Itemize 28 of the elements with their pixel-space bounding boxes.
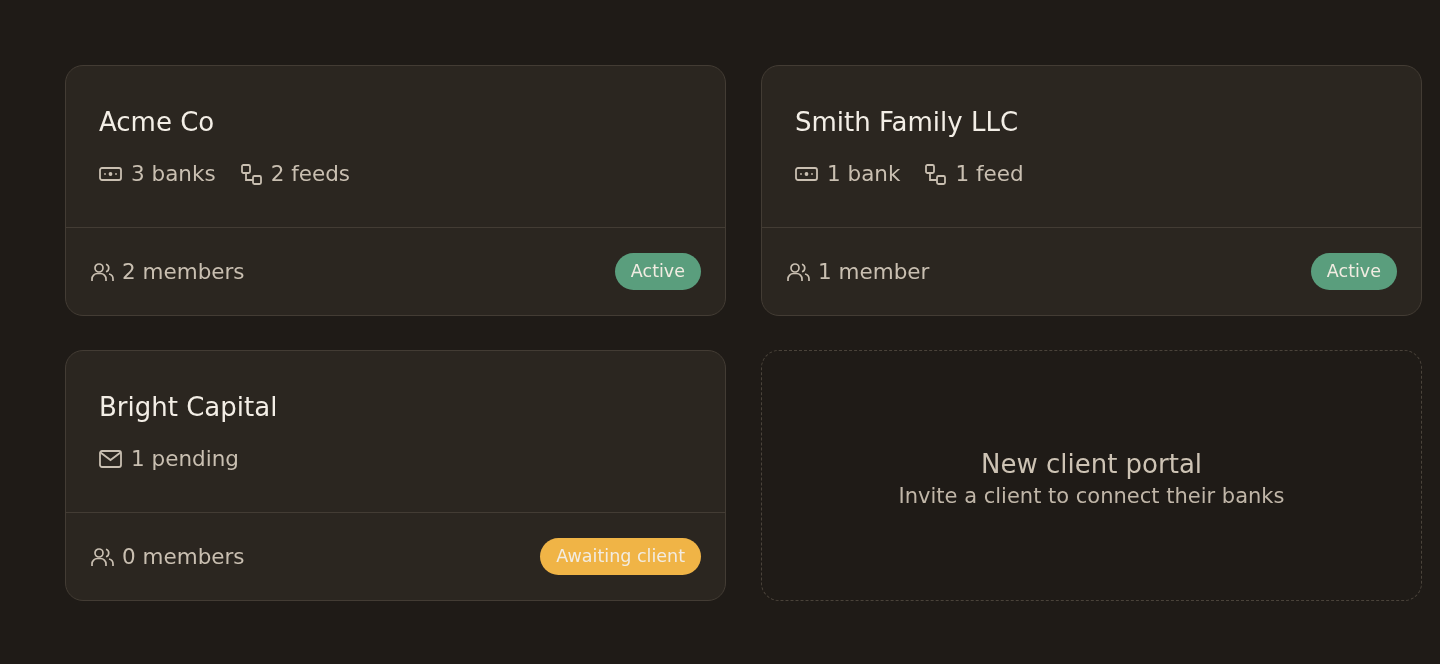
member-count: 0 members xyxy=(122,543,245,570)
bank-count: 3 banks xyxy=(131,161,216,187)
status-badge: Active xyxy=(1310,253,1397,290)
client-name: Bright Capital xyxy=(99,391,279,423)
linked-squares-icon xyxy=(240,163,262,185)
status-badge: Awaiting client xyxy=(540,538,701,575)
users-icon xyxy=(787,261,810,282)
new-portal-title: New client portal xyxy=(980,447,1203,480)
linked-squares-icon xyxy=(925,163,947,185)
status-badge: Active xyxy=(614,253,701,290)
member-count: 2 members xyxy=(122,258,245,285)
pending-count: 1 pending xyxy=(131,446,239,472)
bank-count: 1 bank xyxy=(827,161,901,187)
users-icon xyxy=(91,546,114,567)
member-count: 1 member xyxy=(818,258,930,285)
new-portal-subtitle: Invite a client to connect their banks xyxy=(898,482,1285,510)
feed-count: 1 feed xyxy=(955,161,1024,187)
client-card[interactable]: Bright Capital 1 pending 0 members Awaiting client xyxy=(65,350,726,601)
users-icon xyxy=(91,261,114,282)
client-card[interactable]: Smith Family LLC 1 bank 1 feed 1 member Active xyxy=(761,65,1422,316)
banknote-icon xyxy=(795,167,818,181)
envelope-icon xyxy=(99,450,122,468)
client-name: Acme Co xyxy=(99,106,216,138)
feed-count: 2 feeds xyxy=(270,161,350,187)
client-name: Smith Family LLC xyxy=(795,106,1020,138)
banknote-icon xyxy=(99,167,122,181)
client-card[interactable]: Acme Co 3 banks 2 feeds 2 members Active xyxy=(65,65,726,316)
new-portal-card[interactable]: New client portal Invite a client to connect their banks xyxy=(761,350,1422,601)
